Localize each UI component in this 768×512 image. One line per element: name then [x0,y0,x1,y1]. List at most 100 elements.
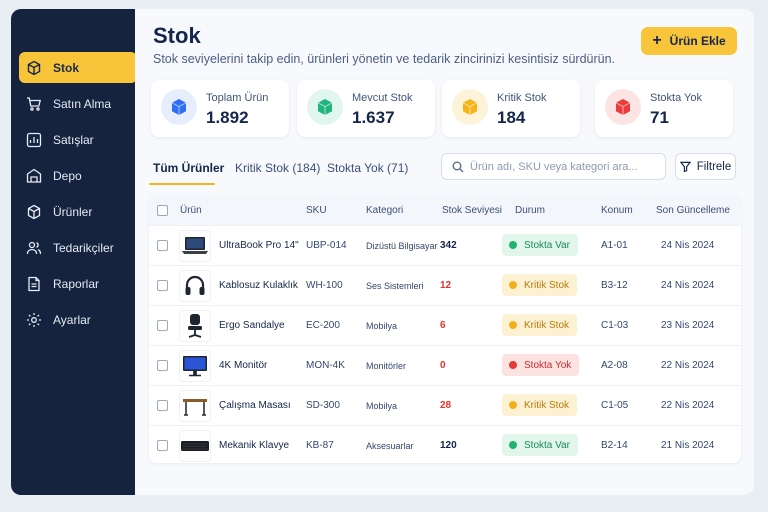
column-header-stock-level[interactable]: Stok Seviyesi [442,205,502,216]
product-location: A1-01 [601,240,628,251]
status-label: Stokta Var [524,239,570,251]
sidebar-item-label: Raporlar [53,276,100,291]
product-location: C1-03 [601,320,629,331]
stat-value: 1.637 [352,108,395,127]
main-panel: Stok Stok seviyelerini takip edin, ürünl… [135,9,754,495]
last-updated: 22 Nis 2024 [661,400,715,411]
column-header-last-updated[interactable]: Son Güncelleme [656,205,730,216]
status-label: Stokta Yok [524,359,572,371]
product-name[interactable]: UltraBook Pro 14" [219,240,299,251]
sidebar-item-label: Ürünler [53,204,93,219]
row-checkbox[interactable] [157,240,168,251]
sidebar-item-raporlar[interactable]: Raporlar [19,268,137,299]
stat-card-available: Mevcut Stok 1.637 [297,80,435,137]
monitor-image [179,350,211,382]
column-header-category[interactable]: Kategori [366,205,403,216]
sidebar-item-satin-alma[interactable]: Satın Alma [19,88,137,119]
status-badge: Kritik Stok [502,394,578,416]
stat-value: 71 [650,108,669,127]
product-name[interactable]: Kablosuz Kulaklık [219,280,298,291]
sidebar-item-depo[interactable]: Depo [19,160,137,191]
column-header-sku[interactable]: SKU [306,205,327,216]
sidebar-item-tedarikciler[interactable]: Tedarikçiler [19,232,137,263]
add-product-button[interactable]: + Ürün Ekle [641,27,737,55]
keyboard-image [179,430,211,462]
product-sku: MON-4K [306,360,345,371]
stat-card-total: Toplam Ürün 1.892 [151,80,289,137]
gear-icon [25,311,43,329]
page-title: Stok [153,23,201,48]
table-row[interactable]: UltraBook Pro 14" UBP-014 Dizüstü Bilgisay… [149,225,741,265]
products-table: Ürün SKU Kategori Stok Seviyesi Durum Ko… [149,195,741,463]
table-row[interactable]: Mekanik Klavye KB-87 Aksesuarlar 120 Stokta … [149,425,741,463]
table-row[interactable]: Kablosuz Kulaklık WH-100 Ses Sistemleri 12 K… [149,265,741,305]
status-badge: Stokta Yok [502,354,580,376]
product-name[interactable]: Mekanik Klavye [219,440,289,451]
product-sku: SD-300 [306,400,340,411]
sidebar-item-label: Satışlar [53,132,94,147]
table-row[interactable]: 4K Monitör MON-4K Monitörler 0 Stokta Yok A2-… [149,345,741,385]
status-label: Kritik Stok [524,399,570,411]
last-updated: 24 Nis 2024 [661,240,715,251]
status-dot-icon [509,361,517,369]
desk-image [179,390,211,422]
stock-level: 120 [440,440,457,451]
stock-level: 12 [440,280,452,291]
cube-icon [452,89,488,125]
column-header-product[interactable]: Ürün [180,205,202,216]
sidebar-item-urunler[interactable]: Ürünler [19,196,137,227]
product-location: B2-14 [601,440,628,451]
sidebar-item-stok[interactable]: Stok [19,52,137,83]
tab-critical-stock[interactable]: Kritik Stok (184) [235,161,320,175]
table-row[interactable]: Ergo Sandalye EC-200 Mobilya 6 Kritik Stok C1… [149,305,741,345]
row-checkbox[interactable] [157,320,168,331]
select-all-checkbox[interactable] [157,205,168,216]
cube-icon [161,89,197,125]
report-icon [25,275,43,293]
stat-label: Kritik Stok [497,92,547,104]
status-label: Kritik Stok [524,319,570,331]
sidebar-item-label: Tedarikçiler [53,240,114,255]
table-header: Ürün SKU Kategori Stok Seviyesi Durum Ko… [149,195,741,225]
last-updated: 24 Nis 2024 [661,280,715,291]
stock-level: 28 [440,400,452,411]
stock-level: 342 [440,240,457,251]
laptop-image [179,230,211,262]
filter-button[interactable]: Filtrele [675,153,736,180]
product-name[interactable]: Çalışma Masası [219,400,291,411]
last-updated: 23 Nis 2024 [661,320,715,331]
cart-icon [25,95,43,113]
stat-card-critical: Kritik Stok 184 [442,80,580,137]
column-header-status[interactable]: Durum [515,205,545,216]
sidebar-item-label: Depo [53,168,82,183]
product-category: Monitörler [366,361,407,371]
sidebar-item-ayarlar[interactable]: Ayarlar [19,304,137,335]
product-category: Mobilya [366,321,398,331]
table-row[interactable]: Çalışma Masası SD-300 Mobilya 28 Kritik Stok… [149,385,741,425]
product-name[interactable]: Ergo Sandalye [219,320,285,331]
status-dot-icon [509,281,517,289]
status-dot-icon [509,241,517,249]
stat-label: Mevcut Stok [352,92,413,104]
tab-out-of-stock[interactable]: Stokta Yok (71) [327,161,408,175]
column-header-location[interactable]: Konum [601,205,633,216]
row-checkbox[interactable] [157,400,168,411]
search-placeholder: Ürün adı, SKU veya kategori ara... [470,160,638,173]
chart-icon [25,131,43,149]
sidebar-item-label: Satın Alma [53,96,112,111]
sidebar-item-satislar[interactable]: Satışlar [19,124,137,155]
page-subtitle: Stok seviyelerini takip edin, ürünleri y… [153,52,616,66]
filter-icon [679,161,691,172]
box-icon [25,59,43,77]
row-checkbox[interactable] [157,360,168,371]
status-badge: Kritik Stok [502,314,578,336]
add-product-label: Ürün Ekle [669,34,726,48]
row-checkbox[interactable] [157,280,168,291]
search-input[interactable]: Ürün adı, SKU veya kategori ara... [441,153,666,180]
sidebar-item-label: Ayarlar [53,312,91,327]
product-name[interactable]: 4K Monitör [219,360,267,371]
tab-all-products[interactable]: Tüm Ürünler [153,161,224,175]
stock-level: 0 [440,360,446,371]
status-dot-icon [509,441,517,449]
row-checkbox[interactable] [157,440,168,451]
